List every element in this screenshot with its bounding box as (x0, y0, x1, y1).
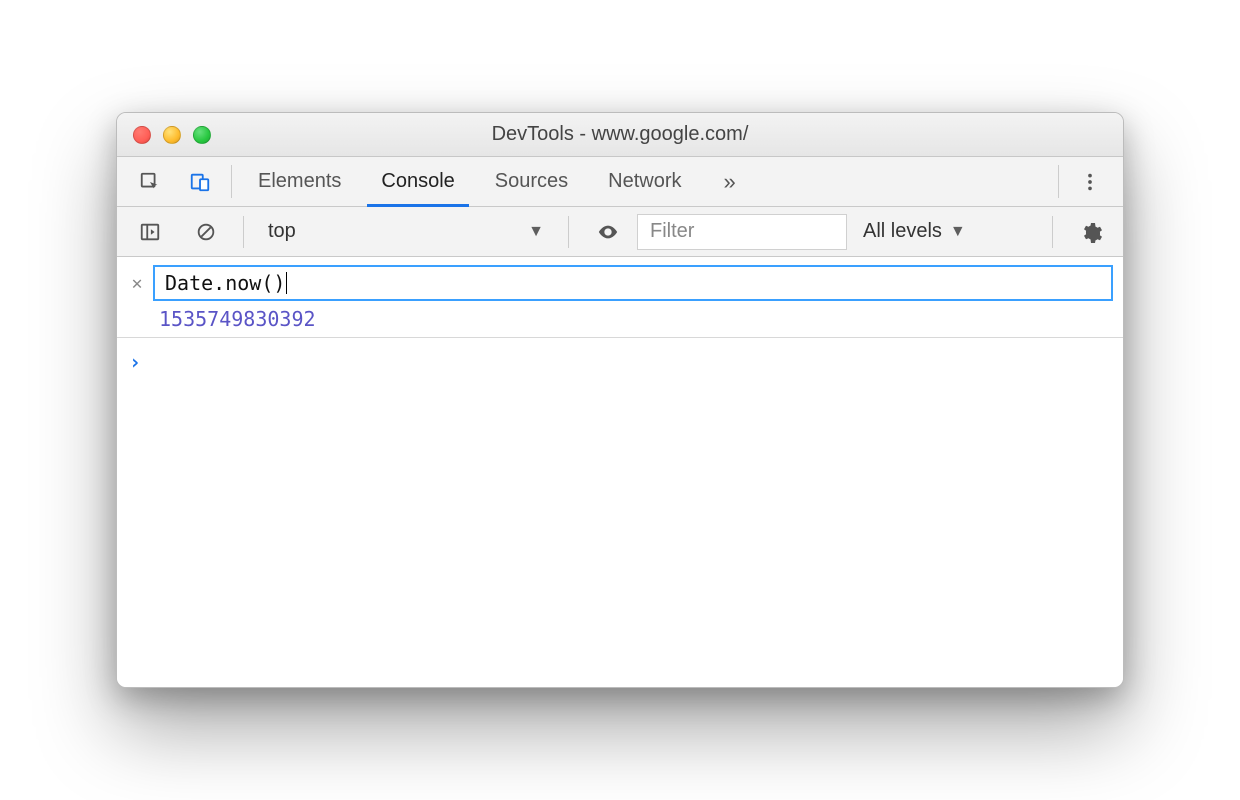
live-expression-button[interactable] (581, 221, 631, 243)
clear-console-button[interactable] (181, 221, 231, 243)
device-icon (189, 171, 211, 193)
toolbar-separator (1052, 216, 1053, 248)
live-expression-input[interactable]: Date.now() (153, 265, 1113, 301)
log-levels-select[interactable]: All levels ▼ (853, 220, 976, 243)
context-label: top (268, 220, 296, 243)
caret-down-icon: ▼ (528, 223, 544, 241)
toolbar-separator (243, 216, 244, 248)
console-body: ✕ Date.now() 1535749830392 › (117, 257, 1123, 687)
main-toolbar: Elements Console Sources Network » (117, 157, 1123, 207)
live-expression-result: 1535749830392 (127, 301, 1113, 331)
tab-sources[interactable]: Sources (475, 157, 588, 206)
more-tabs-button[interactable]: » (710, 157, 747, 206)
toggle-device-button[interactable] (175, 157, 225, 206)
tab-network[interactable]: Network (588, 157, 701, 206)
text-cursor (286, 272, 287, 294)
levels-label: All levels (863, 220, 942, 243)
filter-input[interactable] (637, 214, 847, 250)
sidebar-icon (139, 221, 161, 243)
clear-icon (195, 221, 217, 243)
inspect-element-button[interactable] (125, 157, 175, 206)
chevrons-right-icon: » (724, 169, 733, 195)
devtools-window: DevTools - www.google.com/ Elements Cons… (116, 112, 1124, 688)
execution-context-select[interactable]: top ▼ (256, 214, 556, 250)
tab-elements[interactable]: Elements (238, 157, 361, 206)
kebab-menu-button[interactable] (1065, 157, 1115, 206)
console-toolbar: top ▼ All levels ▼ (117, 207, 1123, 257)
close-window-button[interactable] (133, 126, 151, 144)
console-prompt[interactable]: › (117, 338, 1123, 386)
prompt-chevron-icon: › (129, 350, 141, 374)
toolbar-separator (1058, 165, 1059, 198)
remove-expression-button[interactable]: ✕ (127, 273, 147, 294)
titlebar: DevTools - www.google.com/ (117, 113, 1123, 157)
zoom-window-button[interactable] (193, 126, 211, 144)
window-title: DevTools - www.google.com/ (117, 123, 1123, 146)
inspect-icon (139, 171, 161, 193)
kebab-icon (1079, 171, 1101, 193)
toggle-sidebar-button[interactable] (125, 221, 175, 243)
traffic-lights (117, 126, 211, 144)
toolbar-separator (231, 165, 232, 198)
caret-down-icon: ▼ (950, 223, 966, 241)
console-settings-button[interactable] (1065, 221, 1115, 243)
eye-icon (595, 221, 617, 243)
toolbar-separator (568, 216, 569, 248)
tab-console[interactable]: Console (361, 157, 474, 206)
live-expression-row: ✕ Date.now() 1535749830392 (117, 257, 1123, 338)
expression-text: Date.now() (165, 271, 285, 295)
gear-icon (1079, 221, 1101, 243)
minimize-window-button[interactable] (163, 126, 181, 144)
